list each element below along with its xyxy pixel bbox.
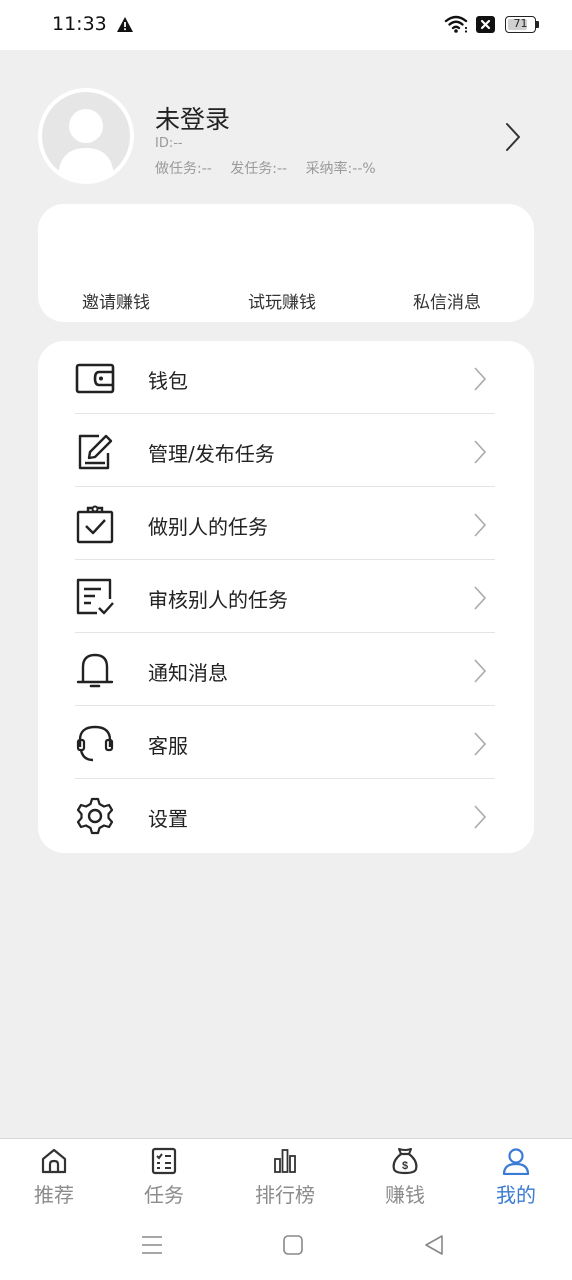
bar-chart-icon [274, 1149, 296, 1173]
menu-label: 管理/发布任务 [148, 442, 275, 466]
headset-icon [76, 725, 114, 762]
menu-item-wallet[interactable]: 钱包 [75, 341, 495, 414]
menu-item-notifications[interactable]: 通知消息 [75, 633, 495, 706]
user-icon [502, 1148, 530, 1175]
menu-item-manage-tasks[interactable]: 管理/发布任务 [75, 414, 495, 487]
quick-actions-card: 邀请赚钱 试玩赚钱 私信消息 [38, 204, 534, 322]
menu-label: 设置 [148, 807, 188, 831]
chevron-right-icon [474, 440, 487, 464]
default-avatar-icon [58, 109, 114, 180]
battery-icon: 71 [505, 16, 539, 33]
tab-label: 赚钱 [385, 1183, 425, 1207]
chevron-right-icon [474, 367, 487, 391]
profile-header[interactable]: 未登录 ID:-- 做任务:-- 发任务:-- 采纳率:--% [38, 88, 538, 188]
bottom-tab-bar: 推荐 任务 排行榜 $ 赚钱 我的 [0, 1138, 572, 1280]
chevron-right-icon [474, 805, 487, 829]
review-icon [76, 578, 114, 615]
money-bag-icon: $ [392, 1148, 418, 1175]
menu-card: 钱包 管理/发布任务 做别人的任务 审核别人的任务 通知消息 客服 设置 [38, 341, 534, 853]
invite-earn-button[interactable]: 邀请赚钱 [82, 288, 150, 313]
chevron-right-icon [506, 123, 520, 151]
menu-label: 钱包 [148, 369, 188, 393]
profile-name: 未登录 [155, 105, 231, 134]
stat-adoption-rate: 采纳率:--% [305, 161, 376, 177]
menu-item-settings[interactable]: 设置 [75, 779, 495, 852]
menu-item-do-tasks[interactable]: 做别人的任务 [75, 487, 495, 560]
menu-label: 通知消息 [148, 661, 228, 685]
tab-label: 任务 [144, 1183, 184, 1207]
tab-tasks[interactable]: 任务 [119, 1139, 209, 1209]
chevron-right-icon [474, 732, 487, 756]
battery-level: 71 [513, 17, 528, 30]
no-sim-icon [476, 16, 495, 33]
tab-label: 推荐 [34, 1183, 74, 1207]
tab-label: 我的 [496, 1183, 536, 1207]
menu-label: 审核别人的任务 [148, 588, 288, 612]
tab-mine[interactable]: 我的 [471, 1139, 561, 1209]
svg-text:$: $ [402, 1160, 408, 1172]
avatar [38, 88, 134, 184]
menu-nav-icon[interactable] [140, 1233, 164, 1257]
status-bar: 11:33 71 [0, 0, 572, 50]
wifi-icon [444, 15, 468, 33]
chevron-right-icon [474, 586, 487, 610]
bell-icon [76, 653, 114, 688]
wallet-icon [75, 363, 115, 394]
stat-tasks-posted: 发任务:-- [230, 161, 288, 177]
menu-item-review-tasks[interactable]: 审核别人的任务 [75, 560, 495, 633]
tab-recommend[interactable]: 推荐 [9, 1139, 99, 1209]
home-icon [41, 1148, 67, 1174]
chevron-right-icon [474, 659, 487, 683]
warning-icon [117, 17, 133, 32]
edit-icon [78, 434, 113, 470]
back-nav-icon[interactable] [422, 1233, 446, 1257]
task-list-icon [151, 1147, 177, 1175]
gear-icon [76, 797, 114, 835]
tab-leaderboard[interactable]: 排行榜 [240, 1139, 330, 1209]
private-messages-button[interactable]: 私信消息 [413, 288, 481, 313]
status-time: 11:33 [52, 13, 107, 35]
tab-earn[interactable]: $ 赚钱 [360, 1139, 450, 1209]
tab-label: 排行榜 [255, 1183, 315, 1207]
home-nav-icon[interactable] [281, 1233, 305, 1257]
chevron-right-icon [474, 513, 487, 537]
menu-label: 客服 [148, 734, 188, 758]
profile-stats: 做任务:-- 发任务:-- 采纳率:--% [155, 158, 390, 178]
stat-tasks-done: 做任务:-- [155, 161, 212, 177]
trial-earn-button[interactable]: 试玩赚钱 [248, 288, 316, 313]
clipboard-check-icon [76, 505, 114, 544]
profile-id: ID:-- [155, 136, 183, 151]
menu-label: 做别人的任务 [148, 515, 268, 539]
menu-item-customer-service[interactable]: 客服 [75, 706, 495, 779]
